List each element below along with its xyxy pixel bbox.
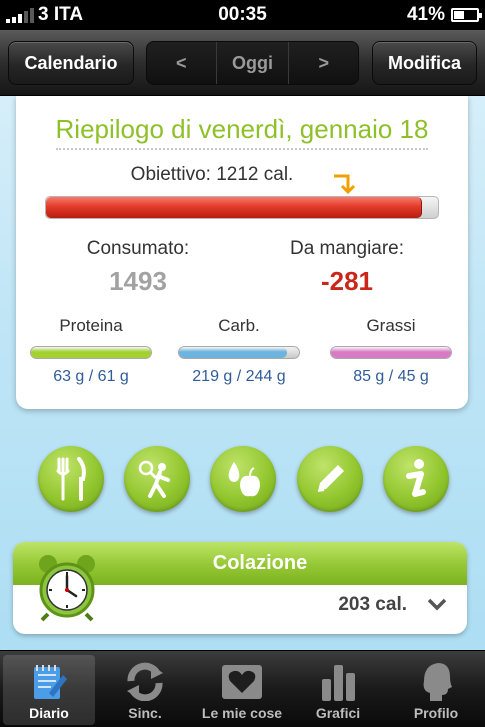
calendar-button[interactable]: Calendario — [8, 41, 134, 85]
macro-progress-fill — [331, 347, 451, 358]
macro-name: Proteina — [59, 316, 123, 335]
tab-label: Profilo — [413, 705, 459, 721]
remaining-value: -281 — [320, 266, 374, 296]
heart-box-icon — [222, 665, 262, 699]
consumed-label: Consumato: — [86, 238, 190, 259]
tab-my-stuff[interactable]: Le mie cose — [196, 655, 288, 725]
macro-progress-bar — [30, 346, 152, 359]
tab-diary[interactable]: Diario — [3, 655, 95, 725]
title-divider — [56, 148, 428, 150]
tab-label: Sinc. — [128, 705, 162, 721]
meal-calories: 203 cal. — [338, 594, 407, 615]
chart-icon — [322, 665, 355, 701]
exercise-icon — [138, 460, 170, 498]
add-food-button[interactable] — [38, 446, 104, 512]
tab-sync[interactable]: Sinc. — [99, 655, 191, 725]
nav-bar: Calendario < Oggi > Modifica — [0, 30, 485, 96]
goal-arrow-icon — [334, 174, 356, 195]
sync-icon — [127, 662, 163, 701]
macro-progress-fill — [31, 347, 151, 358]
macro-progress-bar — [330, 346, 452, 359]
macro-name: Carb. — [218, 316, 260, 335]
tab-label: Grafici — [315, 705, 361, 721]
chevron-down-icon[interactable] — [427, 597, 447, 611]
calorie-progress-fill — [46, 197, 423, 218]
macro-name: Grassi — [366, 316, 416, 335]
tab-bar: Diario Sinc. Le mie cose Grafici Profilo — [0, 650, 485, 727]
profile-icon — [423, 663, 452, 701]
add-exercise-button[interactable] — [124, 446, 190, 512]
status-bar: 3 ITA 00:35 41% — [0, 0, 485, 30]
alarm-clock-icon — [39, 555, 95, 622]
today-button[interactable]: Oggi — [217, 42, 290, 84]
macro-progress-fill — [179, 347, 287, 358]
goal-label: Obiettivo: 1212 cal. — [130, 164, 294, 185]
info-button[interactable] — [383, 446, 449, 512]
macro-value: 219 g / 244 g — [192, 368, 286, 385]
tab-charts[interactable]: Grafici — [292, 655, 384, 725]
calorie-progress-bar — [45, 196, 439, 219]
macro-protein: Proteina 63 g / 61 g — [30, 316, 152, 386]
info-icon — [406, 459, 426, 497]
daily-summary-card: Riepilogo di venerdì, gennaio 18 Obietti… — [16, 96, 468, 409]
macro-value: 63 g / 61 g — [53, 368, 129, 385]
diary-icon — [34, 665, 67, 699]
consumed-value: 1493 — [109, 266, 167, 296]
add-note-button[interactable] — [297, 446, 363, 512]
date-navigator: < Oggi > — [146, 41, 359, 85]
battery-percent: 41% — [406, 4, 445, 25]
summary-title: Riepilogo di venerdì, gennaio 18 — [55, 114, 429, 144]
remaining-label: Da mangiare: — [289, 238, 405, 259]
tab-label: Le mie cose — [201, 705, 283, 721]
macro-value: 85 g / 45 g — [353, 368, 429, 385]
pencil-icon — [317, 465, 344, 492]
next-day-button[interactable]: > — [289, 42, 358, 84]
prev-day-button[interactable]: < — [147, 42, 217, 84]
water-apple-icon — [228, 462, 260, 497]
tab-label: Diario — [29, 705, 69, 721]
tab-profile[interactable]: Profilo — [390, 655, 482, 725]
macro-fat: Grassi 85 g / 45 g — [330, 316, 452, 386]
fork-knife-icon — [56, 457, 86, 501]
edit-button[interactable]: Modifica — [372, 41, 477, 85]
battery-icon — [451, 8, 482, 22]
macro-carbs: Carb. 219 g / 244 g — [178, 316, 300, 386]
add-water-button[interactable] — [210, 446, 276, 512]
macro-progress-bar — [178, 346, 300, 359]
